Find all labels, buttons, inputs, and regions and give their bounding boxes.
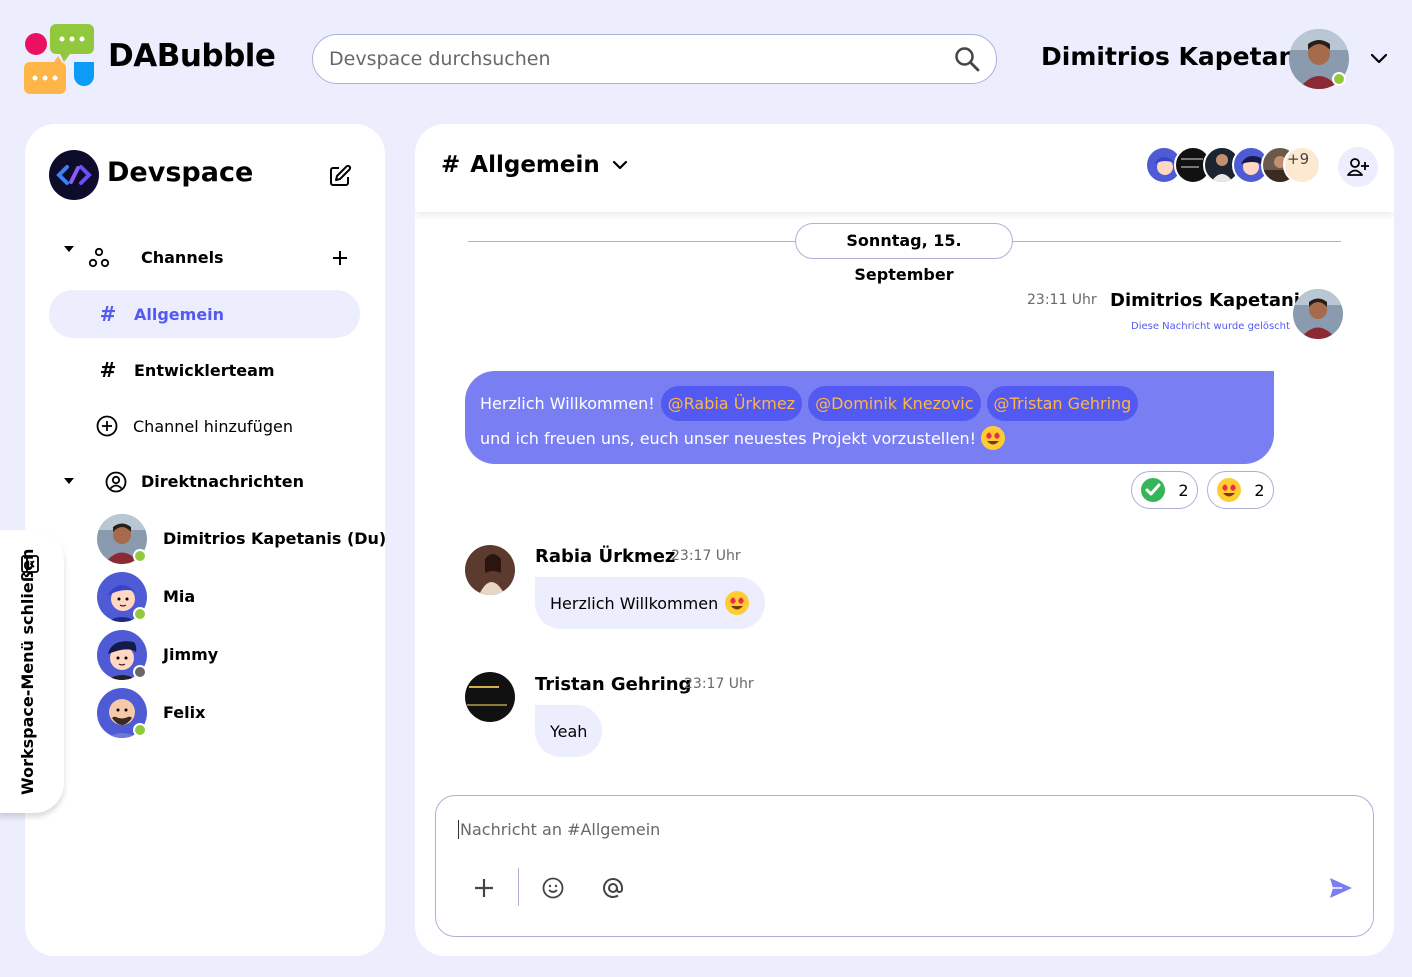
avatar[interactable] — [97, 572, 147, 622]
workspace-sidebar: Devspace Channels # Allgemein # Entwickl… — [25, 124, 386, 956]
workspace-title: Devspace — [107, 157, 254, 188]
message-text: Yeah — [550, 721, 588, 741]
hash-icon: # — [99, 358, 117, 382]
avatar[interactable] — [465, 545, 515, 595]
mention-tag[interactable]: @Tristan Gehring — [986, 386, 1139, 421]
heart-eyes-icon — [981, 426, 1006, 450]
add-channel-button[interactable]: Channel hinzufügen — [95, 414, 293, 438]
channels-label[interactable]: Channels — [141, 248, 224, 267]
message-author[interactable]: Rabia Ürkmez — [535, 546, 675, 567]
emoji-icon[interactable] — [541, 876, 565, 900]
account-circle-icon — [105, 471, 127, 493]
online-status-indicator — [133, 607, 147, 621]
workspace-menu-toggle[interactable]: Workspace-Menü schließen — [0, 530, 64, 813]
dm-label[interactable]: Direktnachrichten — [141, 472, 304, 491]
search-input[interactable]: Devspace durchsuchen — [329, 48, 551, 70]
hash-icon: # — [99, 302, 117, 326]
message-text: und ich freuen uns, euch unser neuestes … — [480, 428, 977, 448]
add-channel-label: Channel hinzufügen — [133, 416, 293, 436]
app-name: DABubble — [108, 38, 276, 74]
reaction-chip[interactable]: 2 — [1207, 471, 1274, 509]
avatar[interactable] — [97, 688, 147, 738]
channel-item-allgemein[interactable]: # Allgemein — [98, 302, 224, 326]
channel-label: Allgemein — [134, 304, 225, 324]
date-separator: Sonntag, 15. September — [795, 223, 1013, 284]
message-text: Herzlich Willkommen — [550, 593, 719, 613]
extra-members-count[interactable]: +9 — [1287, 150, 1309, 168]
add-channel-icon[interactable] — [330, 248, 350, 268]
dm-section-header[interactable] — [64, 478, 74, 484]
message-bubble[interactable]: Yeah — [535, 705, 603, 757]
avatar[interactable] — [97, 514, 147, 564]
reaction-count: 2 — [1178, 480, 1189, 500]
online-status-indicator — [133, 723, 147, 737]
offline-status-indicator — [133, 665, 147, 679]
dm-item-name[interactable]: Mia — [163, 587, 195, 606]
workspace-logo — [49, 150, 99, 200]
mention-tag[interactable]: @Dominik Knezovic — [808, 386, 981, 421]
add-circle-icon — [96, 415, 118, 437]
message-text: Herzlich Willkommen! — [480, 394, 655, 413]
reaction-count: 2 — [1254, 480, 1265, 500]
message-time: 23:17 Uhr — [684, 676, 754, 692]
dm-item-name[interactable]: Jimmy — [163, 645, 218, 664]
mention-tag[interactable]: @Rabia Ürkmez — [660, 386, 803, 421]
message-deleted-note: Diese Nachricht wurde gelöscht — [1131, 321, 1290, 332]
chat-header: # Allgemein +9 — [415, 124, 1394, 212]
heart-eyes-icon — [725, 591, 750, 615]
channel-title: Allgemein — [470, 152, 600, 178]
chevron-down-icon[interactable] — [1366, 46, 1392, 72]
online-status-indicator — [1332, 72, 1346, 86]
channels-section-header[interactable] — [64, 246, 74, 252]
search-icon[interactable] — [954, 46, 980, 72]
search-bar[interactable]: Devspace durchsuchen — [312, 34, 997, 84]
heart-eyes-icon — [1217, 478, 1242, 502]
caret-down-icon[interactable] — [64, 246, 74, 252]
chevron-down-icon[interactable] — [610, 155, 630, 175]
channel-label: Entwicklerteam — [134, 360, 275, 380]
online-status-indicator — [133, 549, 147, 563]
hash-icon: # — [441, 152, 461, 178]
message-composer[interactable]: Nachricht an #Allgemein — [435, 795, 1374, 937]
workspace-menu-toggle-label[interactable]: Workspace-Menü schließen — [18, 549, 37, 795]
current-user-name[interactable]: Dimitrios Kapetanis — [1041, 42, 1320, 71]
current-user-avatar[interactable] — [1288, 28, 1350, 90]
dm-item-name[interactable]: Dimitrios Kapetanis (Du) — [163, 529, 386, 548]
message-bubble[interactable]: Herzlich Willkommen — [535, 577, 766, 629]
add-member-button[interactable] — [1338, 147, 1378, 187]
message-author[interactable]: Tristan Gehring — [535, 674, 691, 695]
reaction-chip[interactable]: 2 — [1131, 471, 1198, 509]
channels-icon — [88, 247, 110, 268]
check-mark-icon — [1141, 478, 1166, 502]
channel-title-button[interactable]: # Allgemein — [441, 152, 630, 178]
own-message-bubble[interactable]: Herzlich Willkommen! @Rabia Ürkmez @Domi… — [465, 371, 1274, 464]
app-logo — [24, 24, 96, 96]
message-time: 23:11 Uhr — [1027, 292, 1097, 308]
toolbar-divider — [518, 868, 519, 906]
caret-down-icon[interactable] — [64, 478, 74, 484]
mention-icon[interactable] — [601, 876, 625, 900]
person-add-icon — [1347, 158, 1369, 176]
avatar[interactable] — [1293, 289, 1343, 339]
edit-icon[interactable] — [328, 164, 352, 188]
message-input[interactable]: Nachricht an #Allgemein — [458, 820, 660, 839]
message-author[interactable]: Dimitrios Kapetanis — [1110, 290, 1311, 311]
avatar[interactable] — [97, 630, 147, 680]
avatar[interactable] — [465, 672, 515, 722]
message-time: 23:17 Uhr — [671, 548, 741, 564]
channel-item-entwicklerteam[interactable]: # Entwicklerteam — [98, 358, 275, 382]
add-attachment-icon[interactable] — [472, 876, 496, 900]
chat-panel: # Allgemein +9 Sonntag, 15. September 23… — [415, 124, 1394, 956]
send-icon[interactable] — [1328, 876, 1354, 900]
dm-item-name[interactable]: Felix — [163, 703, 205, 722]
